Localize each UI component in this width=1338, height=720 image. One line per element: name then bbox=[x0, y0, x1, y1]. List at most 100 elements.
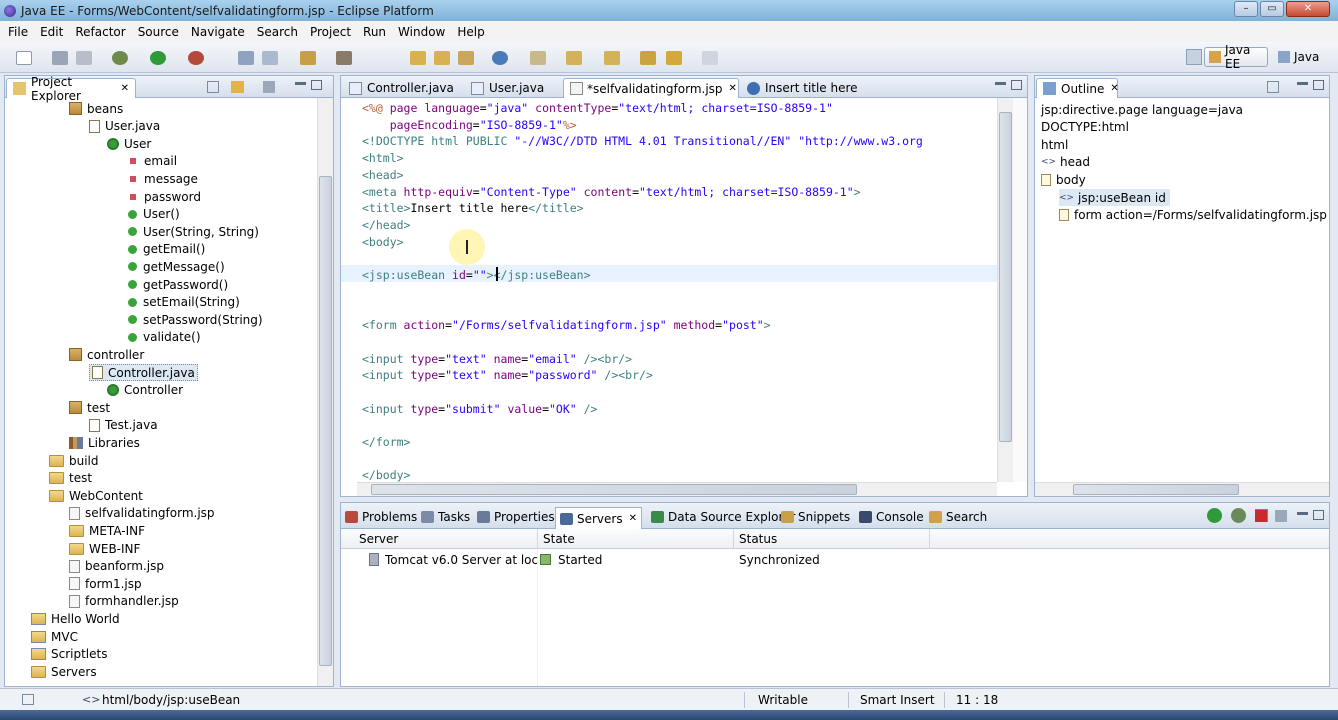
tree-item[interactable]: WebContent bbox=[49, 487, 143, 504]
last-edit-icon[interactable] bbox=[640, 51, 656, 65]
menu-help[interactable]: Help bbox=[451, 25, 490, 39]
tab-project-explorer[interactable]: Project Explorer ✕ bbox=[6, 75, 136, 103]
tab-properties[interactable]: Properties bbox=[477, 507, 555, 527]
tab-search[interactable]: Search bbox=[929, 507, 987, 527]
tree-item[interactable]: Controller bbox=[107, 382, 183, 399]
close-button[interactable]: ✕ bbox=[1286, 1, 1330, 17]
tree-item[interactable]: Servers bbox=[31, 663, 97, 680]
tree-item[interactable]: META-INF bbox=[69, 522, 145, 539]
maximize-view-icon[interactable] bbox=[1313, 80, 1324, 90]
column-state[interactable]: State bbox=[543, 532, 723, 546]
new-icon[interactable] bbox=[16, 51, 32, 65]
tree-item[interactable]: User() bbox=[127, 206, 180, 223]
outline-item[interactable]: html bbox=[1041, 136, 1068, 153]
tree-item[interactable]: validate() bbox=[127, 329, 201, 346]
collapse-all-icon[interactable] bbox=[1267, 81, 1279, 93]
tree-item[interactable]: test bbox=[69, 399, 110, 416]
tab-data-source-explorer[interactable]: Data Source Explorer bbox=[651, 507, 795, 527]
open-type-icon[interactable] bbox=[300, 51, 316, 65]
tab-tasks[interactable]: Tasks bbox=[421, 507, 470, 527]
maximize-view-icon[interactable] bbox=[1011, 80, 1022, 90]
column-server[interactable]: Server bbox=[359, 532, 539, 546]
prev-annotation-icon[interactable] bbox=[604, 51, 620, 65]
tab-outline[interactable]: Outline ✕ bbox=[1036, 78, 1119, 98]
external-tools-icon[interactable] bbox=[188, 51, 204, 65]
tree-item[interactable]: test bbox=[49, 470, 92, 487]
minimize-view-icon[interactable] bbox=[995, 82, 1006, 85]
editor-hscroll-thumb[interactable] bbox=[371, 484, 857, 495]
editor-vscrollbar[interactable] bbox=[997, 98, 1013, 482]
tab-controller-java[interactable]: Controller.java bbox=[343, 78, 461, 98]
tree-item[interactable]: getEmail() bbox=[127, 241, 205, 258]
tree-item[interactable]: MVC bbox=[31, 628, 78, 645]
open-folder-2-icon[interactable] bbox=[434, 51, 450, 65]
close-icon[interactable]: ✕ bbox=[729, 83, 737, 94]
menu-file[interactable]: File bbox=[2, 25, 34, 39]
maximize-view-icon[interactable] bbox=[311, 80, 322, 90]
tree-item[interactable]: Test.java bbox=[89, 417, 158, 434]
open-task-icon[interactable] bbox=[336, 51, 352, 65]
maximize-view-icon[interactable] bbox=[1313, 510, 1324, 520]
annotation-icon[interactable] bbox=[530, 51, 546, 65]
close-icon[interactable]: ✕ bbox=[1110, 83, 1118, 94]
open-folder-icon[interactable] bbox=[410, 51, 426, 65]
tree-item[interactable]: getMessage() bbox=[127, 258, 225, 275]
link-editor-icon[interactable] bbox=[231, 81, 244, 93]
maximize-button[interactable]: ▭ bbox=[1260, 1, 1284, 17]
globe-icon[interactable] bbox=[492, 51, 508, 65]
project-explorer-scrollbar[interactable] bbox=[317, 98, 333, 686]
tab-insert-title-here[interactable]: Insert title here bbox=[741, 78, 881, 98]
menu-window[interactable]: Window bbox=[392, 25, 451, 39]
menu-run[interactable]: Run bbox=[357, 25, 392, 39]
tree-item[interactable]: Scriptlets bbox=[31, 646, 107, 663]
outline-item[interactable]: DOCTYPE:html bbox=[1041, 119, 1129, 136]
tree-item[interactable]: getPassword() bbox=[127, 276, 228, 293]
project-explorer-scroll-thumb[interactable] bbox=[319, 176, 332, 666]
tab-problems[interactable]: Problems bbox=[345, 507, 417, 527]
outline-hscroll-thumb[interactable] bbox=[1073, 484, 1239, 495]
tab-snippets[interactable]: Snippets bbox=[781, 507, 850, 527]
print-icon[interactable] bbox=[76, 51, 92, 65]
tree-item[interactable]: User(String, String) bbox=[127, 223, 259, 240]
tab-selfvalidatingform-jsp[interactable]: *selfvalidatingform.jsp ✕ bbox=[563, 78, 739, 98]
profile-server-icon[interactable] bbox=[1231, 508, 1246, 523]
stop-server-icon[interactable] bbox=[1255, 510, 1267, 522]
tree-item[interactable]: message bbox=[127, 170, 198, 187]
tree-item[interactable]: selfvalidatingform.jsp bbox=[69, 505, 215, 522]
tree-item[interactable]: User bbox=[107, 135, 151, 152]
perspective-java[interactable]: Java bbox=[1274, 47, 1328, 67]
minimize-view-icon[interactable] bbox=[1297, 82, 1308, 85]
run-server-icon[interactable] bbox=[1207, 508, 1222, 523]
perspective-javaee[interactable]: Java EE bbox=[1204, 43, 1268, 71]
run-icon[interactable] bbox=[150, 51, 166, 65]
outline-item[interactable]: <> head bbox=[1041, 154, 1090, 171]
tab-servers[interactable]: Servers ✕ bbox=[555, 507, 642, 529]
tree-item[interactable]: formhandler.jsp bbox=[69, 593, 179, 610]
minimize-view-icon[interactable] bbox=[295, 82, 306, 85]
outline-item[interactable]: body bbox=[1041, 171, 1086, 188]
table-row[interactable]: Tomcat v6.0 Server at localhos Started S… bbox=[341, 550, 1329, 570]
save-icon[interactable] bbox=[52, 51, 68, 65]
tree-item[interactable]: controller bbox=[69, 346, 144, 363]
collapse-all-icon[interactable] bbox=[207, 81, 219, 93]
editor-vscroll-thumb[interactable] bbox=[999, 112, 1012, 442]
menu-search[interactable]: Search bbox=[251, 25, 304, 39]
editor-hscrollbar[interactable] bbox=[357, 482, 997, 496]
outline-item[interactable]: <> jsp:useBean id bbox=[1059, 189, 1170, 206]
tree-item[interactable]: Controller.java bbox=[89, 364, 198, 381]
tree-item[interactable]: User.java bbox=[89, 118, 160, 135]
debug-icon[interactable] bbox=[112, 51, 128, 65]
outline-item[interactable]: jsp:directive.page language=java bbox=[1041, 101, 1243, 118]
tree-item[interactable]: setPassword(String) bbox=[127, 311, 263, 328]
column-status[interactable]: Status bbox=[739, 532, 919, 546]
tree-item[interactable]: build bbox=[49, 452, 99, 469]
tree-item[interactable]: Libraries bbox=[69, 434, 140, 451]
minimize-button[interactable]: – bbox=[1234, 1, 1258, 17]
outline-hscrollbar[interactable] bbox=[1035, 482, 1329, 496]
back-icon[interactable] bbox=[666, 51, 682, 65]
open-perspective-button[interactable] bbox=[1186, 49, 1202, 65]
code-area[interactable]: <%@ page language="java" contentType="te… bbox=[362, 100, 998, 482]
forward-icon[interactable] bbox=[702, 51, 718, 65]
new-web-project-icon[interactable] bbox=[262, 51, 278, 65]
menu-source[interactable]: Source bbox=[132, 25, 185, 39]
